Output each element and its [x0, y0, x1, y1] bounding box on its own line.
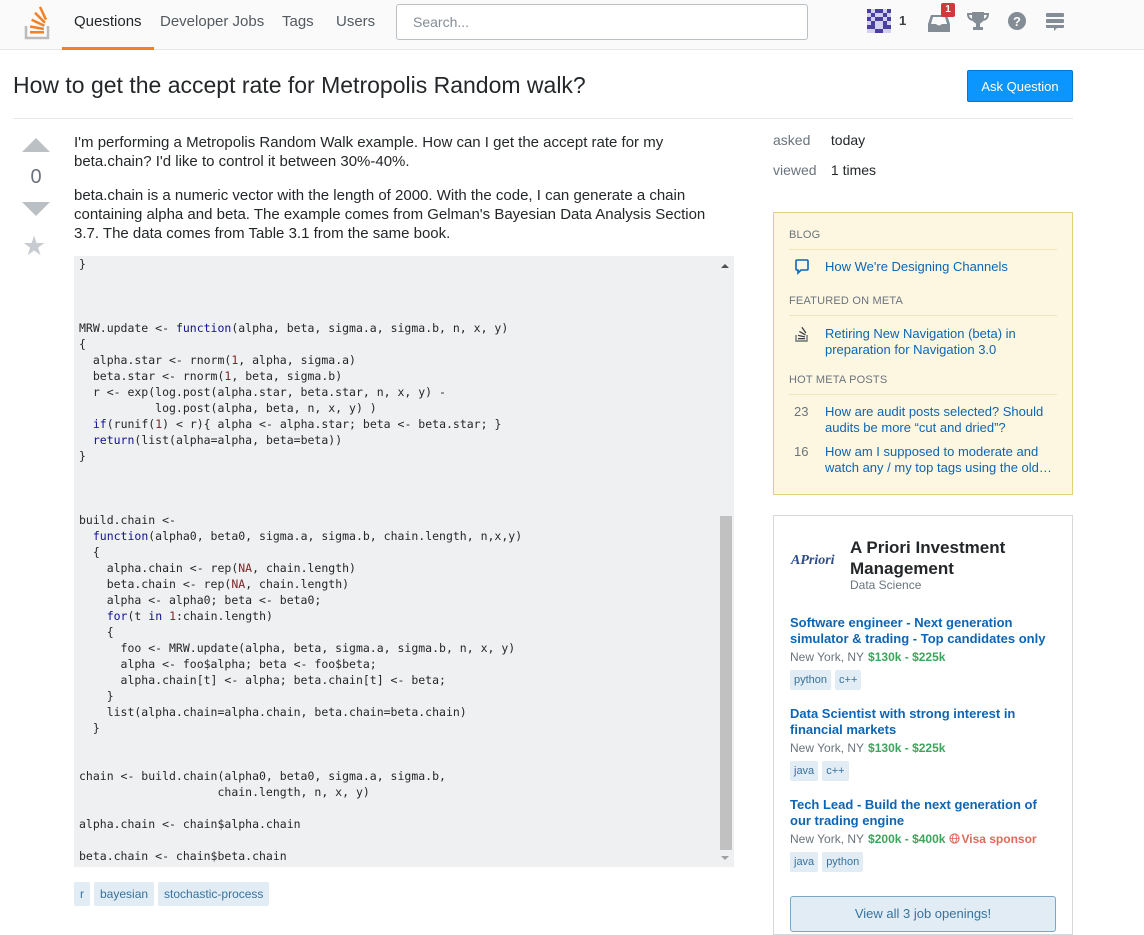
job-tag[interactable]: c++	[835, 670, 862, 690]
divider	[789, 394, 1057, 395]
job-title[interactable]: Data Scientist with strong interest in f…	[790, 706, 1060, 738]
blog-heading: BLOG	[789, 229, 821, 241]
stackoverflow-logo-icon[interactable]	[24, 6, 52, 40]
visa-label: Visa sponsor	[961, 832, 1037, 846]
asked-label: asked	[773, 132, 811, 148]
scroll-up-arrow-icon[interactable]	[721, 264, 729, 268]
tag-r[interactable]: r	[74, 882, 90, 906]
job-location: New York, NY	[790, 832, 865, 846]
company-logo[interactable]: APriori	[791, 553, 835, 569]
tag-bayesian[interactable]: bayesian	[94, 882, 155, 906]
job-title[interactable]: Software engineer - Next generation simu…	[790, 615, 1060, 647]
code-content: } MRW.update <- function(alpha, beta, si…	[79, 257, 523, 863]
job-location: New York, NY	[790, 741, 865, 755]
featured-heading: FEATURED ON META	[789, 295, 904, 307]
job-title[interactable]: Tech Lead - Build the next generation of…	[790, 797, 1060, 829]
ask-question-button[interactable]: Ask Question	[967, 70, 1073, 102]
job-location: New York, NY	[790, 650, 865, 664]
job-salary: $130k - $225k	[868, 650, 946, 664]
favorite-star-icon[interactable]: ★	[22, 231, 46, 261]
nav-tags[interactable]: Tags	[282, 0, 314, 50]
asked-value: today	[830, 132, 866, 148]
nav-developer-jobs[interactable]: Developer Jobs	[160, 0, 264, 50]
viewed-value: 1 times	[830, 162, 877, 178]
job-salary: $200k - $400k	[868, 832, 946, 846]
job-meta: New York, NY $130k - $225k	[790, 650, 945, 664]
job-tag[interactable]: python	[822, 852, 864, 872]
viewed-label: viewed	[773, 162, 817, 178]
stackoverflow-small-icon	[795, 326, 808, 342]
question-paragraph: I'm performing a Metropolis Random Walk …	[74, 134, 664, 170]
downvote-arrow-icon[interactable]	[22, 202, 50, 216]
vote-count: 0	[30, 166, 42, 188]
code-scrollbar-thumb[interactable]	[720, 516, 732, 850]
inbox-badge: 1	[941, 3, 955, 17]
divider	[789, 315, 1057, 316]
nav-questions[interactable]: Questions	[62, 0, 154, 50]
job-tags: python c++	[790, 670, 862, 690]
view-all-jobs-button[interactable]: View all 3 job openings!	[790, 896, 1056, 932]
reputation-count: 1	[899, 13, 907, 28]
hot-post-count: 16	[794, 444, 809, 459]
job-tag[interactable]: python	[790, 670, 832, 690]
job-tag[interactable]: java	[790, 761, 819, 781]
top-bar: Questions Developer Jobs Tags Users Sear…	[0, 0, 1144, 50]
avatar-identicon[interactable]	[867, 9, 891, 33]
asked-row: asked today	[773, 132, 865, 148]
question-tags: r bayesian stochastic-process	[74, 882, 270, 906]
header-divider	[13, 118, 1073, 119]
job-salary: $130k - $225k	[868, 741, 946, 755]
globe-icon	[949, 833, 961, 844]
svg-text:?: ?	[1013, 14, 1021, 29]
divider	[789, 249, 1057, 250]
hot-post-link[interactable]: How am I supposed to moderate and watch …	[825, 444, 1055, 476]
job-tags: java python	[790, 852, 864, 872]
company-subtitle: Data Science	[850, 578, 922, 592]
viewed-row: viewed 1 times	[773, 162, 876, 178]
hot-post-link[interactable]: How are audit posts selected? Should aud…	[825, 404, 1055, 436]
job-tags: java c++	[790, 761, 849, 781]
job-meta: New York, NY $200k - $400k Visa sponsor	[790, 832, 1037, 846]
code-block[interactable]: } MRW.update <- function(alpha, beta, si…	[74, 256, 734, 867]
visa-sponsor-badge: Visa sponsor	[949, 832, 1037, 846]
community-bulletin: BLOG How We're Designing Channels FEATUR…	[773, 212, 1073, 495]
hot-post-count: 23	[794, 404, 809, 419]
question-paragraph: beta.chain is a numeric vector with the …	[74, 187, 706, 242]
scroll-down-arrow-icon[interactable]	[721, 856, 729, 860]
hot-meta-heading: HOT META POSTS	[789, 374, 888, 386]
jobs-ad: APriori A Priori Investment Management D…	[773, 515, 1073, 935]
job-meta: New York, NY $130k - $225k	[790, 741, 945, 755]
blog-link[interactable]: How We're Designing Channels	[825, 259, 1055, 275]
job-tag[interactable]: java	[790, 852, 819, 872]
tag-stochastic-process[interactable]: stochastic-process	[158, 882, 270, 906]
nav-users[interactable]: Users	[336, 0, 375, 50]
speech-bubble-icon	[795, 259, 809, 275]
question-title[interactable]: How to get the accept rate for Metropoli…	[13, 72, 586, 99]
featured-link[interactable]: Retiring New Navigation (beta) in prepar…	[825, 326, 1055, 358]
trophy-icon[interactable]	[967, 10, 989, 32]
upvote-arrow-icon[interactable]	[22, 138, 50, 152]
company-name[interactable]: A Priori Investment Management	[850, 537, 1050, 579]
search-input[interactable]: Search...	[396, 4, 808, 40]
help-icon[interactable]: ?	[1006, 10, 1028, 32]
site-switcher-icon[interactable]	[1044, 10, 1066, 32]
job-tag[interactable]: c++	[822, 761, 849, 781]
